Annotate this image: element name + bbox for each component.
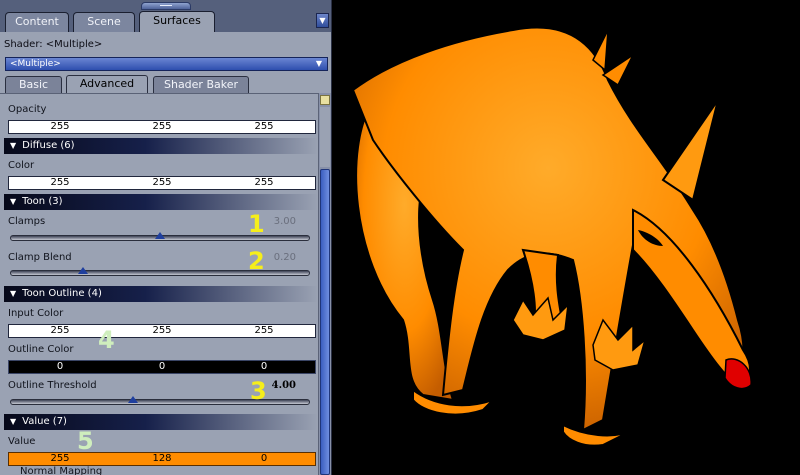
shader-select-value: <Multiple>	[10, 59, 61, 69]
opacity-label: Opacity	[8, 104, 47, 115]
outline-threshold-value: 4.00	[271, 380, 296, 391]
clamps-slider[interactable]	[10, 232, 310, 241]
triangle-down-icon: ▼	[10, 197, 17, 206]
group-diffuse[interactable]: ▼ Diffuse (6)	[4, 138, 318, 154]
clamp-blend-slider-thumb[interactable]	[77, 267, 88, 274]
creature-ear	[661, 99, 719, 202]
color-label: Color	[8, 160, 35, 171]
value-r: 255	[50, 453, 70, 464]
tab-shader-baker[interactable]: Shader Baker	[153, 76, 249, 93]
color-field[interactable]: 255 255 255	[8, 176, 316, 190]
value-g: 128	[152, 453, 172, 464]
tab-content[interactable]: Content	[5, 12, 69, 32]
tab-advanced[interactable]: Advanced	[66, 75, 148, 93]
surfaces-panel: Content Scene Surfaces ▼ Shader: <Multip…	[0, 0, 332, 475]
opacity-r: 255	[50, 121, 70, 132]
render-viewport[interactable]	[333, 0, 800, 475]
color-b: 255	[254, 177, 274, 188]
value-field[interactable]: 255 128 0	[8, 452, 316, 466]
group-value-label: Value (7)	[22, 416, 67, 427]
clamps-value: 3.00	[273, 216, 296, 227]
triangle-down-icon: ▼	[10, 417, 17, 426]
annotation-2: 2	[248, 247, 265, 275]
double-chevron-down-icon: ▼	[315, 59, 322, 68]
tab-surfaces[interactable]: Surfaces	[139, 11, 215, 32]
triangle-down-icon: ▼	[10, 289, 17, 298]
group-toon[interactable]: ▼ Toon (3)	[4, 194, 318, 210]
annotation-4: 4	[98, 326, 115, 354]
chevron-down-icon: ▼	[319, 16, 326, 25]
scroll-up-button[interactable]	[320, 95, 330, 105]
value-label: Value	[8, 436, 36, 447]
outline-threshold-slider-thumb[interactable]	[128, 396, 139, 403]
scroll-track	[320, 107, 330, 167]
shader-select[interactable]: <Multiple> ▼	[5, 57, 328, 71]
clamps-label: Clamps	[8, 216, 46, 227]
outline-color-field[interactable]: 0 0 0	[8, 360, 316, 374]
triangle-down-icon: ▼	[10, 141, 17, 150]
clamps-slider-thumb[interactable]	[155, 232, 165, 239]
creature-foot	[562, 423, 634, 447]
outline-color-g: 0	[158, 361, 166, 372]
outline-color-label: Outline Color	[8, 344, 74, 355]
input-color-r: 255	[50, 325, 70, 336]
main-tab-bar: Content Scene Surfaces	[0, 10, 331, 32]
scroll-thumb[interactable]	[320, 169, 330, 475]
group-toon-outline[interactable]: ▼ Toon Outline (4)	[4, 286, 318, 302]
group-normal-mapping-label: Normal Mapping	[20, 466, 103, 475]
opacity-g: 255	[152, 121, 172, 132]
input-color-g: 255	[152, 325, 172, 336]
color-r: 255	[50, 177, 70, 188]
group-toon-outline-label: Toon Outline (4)	[22, 288, 102, 299]
grip-line-icon	[160, 5, 172, 6]
shader-label: Shader: <Multiple>	[4, 39, 103, 50]
tab-scene[interactable]: Scene	[73, 12, 135, 32]
tab-basic[interactable]: Basic	[5, 76, 62, 93]
outline-color-b: 0	[260, 361, 268, 372]
group-diffuse-label: Diffuse (6)	[22, 140, 75, 151]
opacity-b: 255	[254, 121, 274, 132]
group-toon-label: Toon (3)	[22, 196, 63, 207]
properties-scrollbar[interactable]	[318, 93, 331, 475]
sub-tab-bar: Basic Advanced Shader Baker	[0, 75, 331, 93]
panel-grip-handle[interactable]	[141, 2, 191, 10]
properties-list: Opacity 255 255 255 ▼ Diffuse (6) Color 2…	[0, 93, 318, 475]
input-color-b: 255	[254, 325, 274, 336]
input-color-label: Input Color	[8, 308, 64, 319]
color-g: 255	[152, 177, 172, 188]
clamp-blend-label: Clamp Blend	[8, 252, 72, 263]
group-value[interactable]: ▼ Value (7)	[4, 414, 318, 430]
annotation-5: 5	[77, 427, 94, 455]
outline-color-r: 0	[56, 361, 64, 372]
outline-threshold-label: Outline Threshold	[8, 380, 97, 391]
input-color-field[interactable]: 255 255 255	[8, 324, 316, 338]
value-b: 0	[260, 453, 268, 464]
annotation-3: 3	[250, 377, 267, 405]
opacity-field[interactable]: 255 255 255	[8, 120, 316, 134]
clamp-blend-value: 0.20	[273, 252, 296, 263]
creature-render	[351, 26, 752, 447]
annotation-1: 1	[248, 210, 265, 238]
panel-menu-button[interactable]: ▼	[316, 13, 329, 28]
clamp-blend-slider[interactable]	[10, 267, 310, 276]
